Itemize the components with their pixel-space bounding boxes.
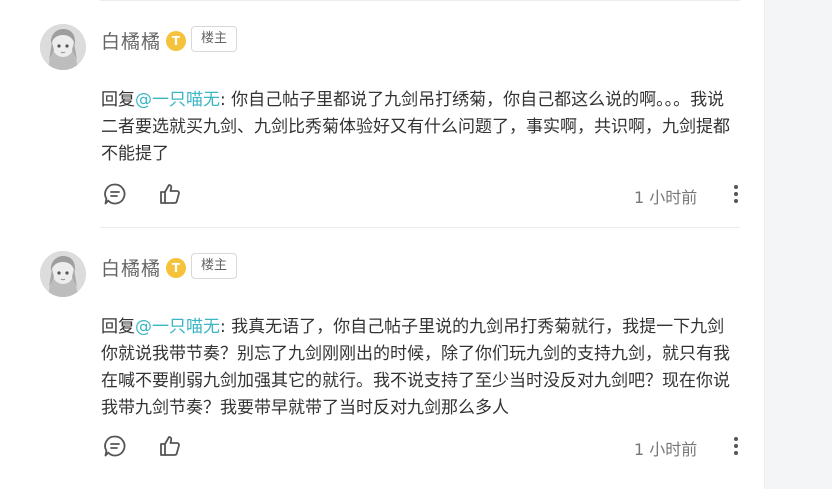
reply-prefix: 回复: [101, 317, 135, 337]
op-badge: 楼主: [191, 26, 237, 52]
username[interactable]: 白橘橘: [101, 254, 161, 281]
comment-item: 白橘橘 T 楼主 回复@一只喵无: 我真无语了，你自己帖子里说的九剑吊打秀菊就行…: [0, 227, 764, 459]
comment-content: 回复@一只喵无: 你自己帖子里都说了九剑吊打绣菊，你自己都这么说的啊。。。我说二…: [101, 87, 741, 168]
mention-link[interactable]: @一只喵无: [135, 317, 220, 337]
avatar[interactable]: [40, 24, 86, 70]
like-icon[interactable]: [158, 182, 182, 206]
avatar[interactable]: [40, 251, 86, 297]
timestamp: 1 小时前: [634, 440, 698, 459]
reply-icon[interactable]: [103, 434, 127, 458]
avatar-illustration-icon: [40, 24, 86, 70]
divider: [100, 227, 740, 228]
comment-content: 回复@一只喵无: 我真无语了，你自己帖子里说的九剑吊打秀菊就行，我提一下九剑你就…: [101, 314, 741, 422]
avatar-illustration-icon: [40, 251, 86, 297]
timestamp: 1 小时前: [634, 188, 698, 207]
level-badge-icon: T: [166, 31, 186, 51]
reply-prefix: 回复: [101, 90, 135, 110]
like-icon[interactable]: [158, 434, 182, 458]
reply-icon[interactable]: [103, 182, 127, 206]
username[interactable]: 白橘橘: [101, 27, 161, 54]
level-badge-icon: T: [166, 258, 186, 278]
divider: [100, 0, 740, 1]
more-options-icon[interactable]: [724, 434, 748, 458]
more-options-icon[interactable]: [724, 182, 748, 206]
comment-item: 白橘橘 T 楼主 回复@一只喵无: 你自己帖子里都说了九剑吊打绣菊，你自己都这么…: [0, 0, 764, 230]
op-badge: 楼主: [191, 253, 237, 279]
mention-link[interactable]: @一只喵无: [135, 90, 220, 110]
scroll-edge: [764, 0, 765, 489]
scroll-gutter: [764, 0, 832, 489]
